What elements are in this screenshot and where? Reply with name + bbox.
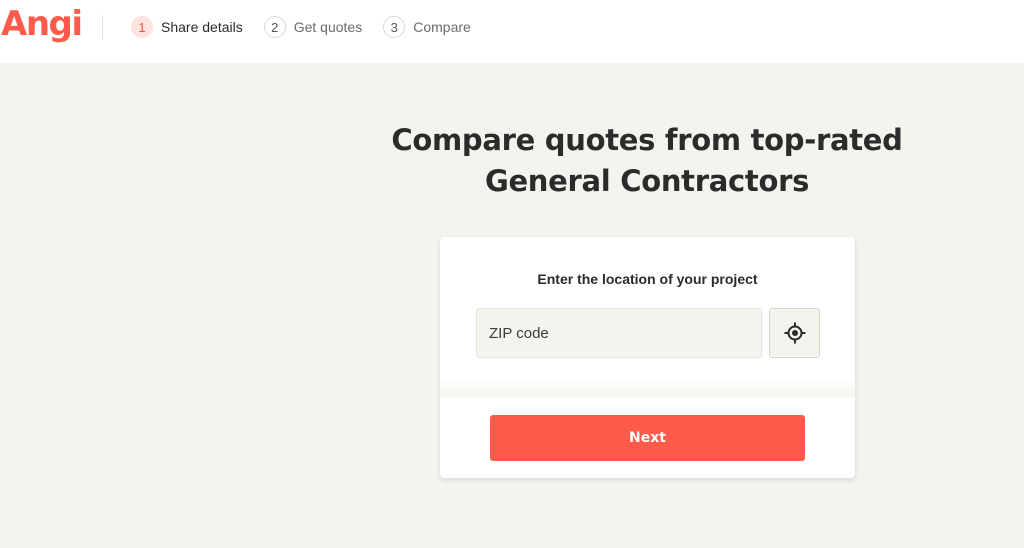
use-my-location-button[interactable]	[769, 308, 820, 358]
step-number: 1	[131, 16, 153, 38]
step-number: 2	[263, 16, 286, 38]
step-label: Get quotes	[293, 19, 363, 35]
angi-logo[interactable]: Angi	[1, 2, 83, 46]
page-title: Compare quotes from top-rated General Co…	[380, 120, 914, 202]
page-title-line1: Compare quotes from top-rated	[391, 123, 903, 157]
location-prompt-label: Enter the location of your project	[537, 271, 758, 287]
page-title-line2: General Contractors	[484, 164, 810, 198]
top-header: Angi 1 Share details 2 Get quotes 3 Comp…	[0, 0, 1024, 63]
step-get-quotes[interactable]: 2 Get quotes	[263, 16, 363, 38]
crosshair-locate-icon	[784, 322, 805, 344]
step-number: 3	[383, 16, 406, 38]
zip-code-input[interactable]	[476, 308, 762, 358]
card-divider-fade	[440, 377, 855, 397]
step-label: Share details	[161, 19, 243, 35]
header-divider	[102, 15, 103, 39]
step-compare[interactable]: 3 Compare	[383, 16, 471, 38]
step-label: Compare	[413, 19, 471, 35]
next-button[interactable]: Next	[490, 415, 805, 461]
progress-steps: 1 Share details 2 Get quotes 3 Compare	[131, 16, 492, 38]
step-share-details[interactable]: 1 Share details	[131, 16, 243, 38]
location-card: Enter the location of your project Next	[440, 237, 855, 478]
